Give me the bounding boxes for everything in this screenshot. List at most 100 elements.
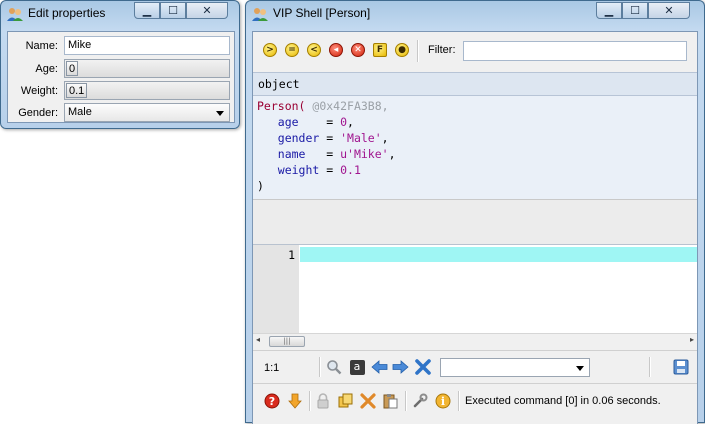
- splitter-area[interactable]: [253, 199, 697, 246]
- close-button[interactable]: ✕: [648, 2, 690, 19]
- repr-class: Person(: [257, 99, 306, 113]
- info-icon[interactable]: i: [434, 392, 452, 410]
- attr-value: 0.1: [340, 163, 361, 177]
- code-editor[interactable]: 1 ◂ ||| ▸: [253, 245, 697, 348]
- maximize-button[interactable]: ☐: [622, 2, 648, 19]
- svg-text:?: ?: [269, 395, 275, 408]
- edit-properties-form: Name: Mike Age: 0 Weight: 0.1 Gender: Ma…: [7, 31, 235, 123]
- attr-value: u'Mike': [340, 147, 389, 161]
- close-icon: ✕: [202, 4, 212, 17]
- toolbar-separator: [309, 391, 311, 411]
- minimize-icon: ▁: [142, 4, 152, 17]
- minimize-button[interactable]: ▁: [134, 2, 160, 19]
- attr-name: gender: [277, 131, 320, 145]
- repr-address: @0x42FA3B8,: [312, 99, 389, 113]
- window-controls: ▁ ☐ ✕: [596, 2, 690, 20]
- help-icon[interactable]: ?: [263, 392, 281, 410]
- filter-input[interactable]: [463, 41, 687, 61]
- function-icon[interactable]: F: [373, 43, 387, 57]
- clear-icon[interactable]: [414, 358, 432, 376]
- cut-icon[interactable]: [359, 392, 377, 410]
- horizontal-scrollbar[interactable]: ◂ ||| ▸: [253, 333, 697, 348]
- weight-label: Weight:: [20, 85, 58, 97]
- attr-eq: =: [298, 115, 341, 129]
- attr-eq: =: [305, 147, 341, 161]
- object-panel: object Person( @0x42FA3B8, age = 0, gend…: [253, 72, 697, 199]
- minimize-button[interactable]: ▁: [596, 2, 622, 19]
- weight-spinner[interactable]: 0.1: [64, 81, 230, 100]
- shell-toolbar: > = < ◂ ✕ F ● Filter:: [253, 32, 697, 70]
- vip-shell-titlebar[interactable]: VIP Shell [Person] ▁ ☐ ✕: [246, 1, 704, 27]
- scroll-right-icon[interactable]: ▸: [690, 335, 694, 344]
- window-title: Edit properties: [28, 6, 106, 20]
- equals-icon[interactable]: =: [285, 43, 299, 57]
- cancel-icon[interactable]: ✕: [351, 43, 365, 57]
- line-number-gutter: 1: [253, 245, 299, 333]
- lock-icon[interactable]: [314, 392, 332, 410]
- save-icon[interactable]: [672, 358, 690, 376]
- attr-eq: =: [319, 163, 341, 177]
- age-spinner[interactable]: 0: [64, 59, 230, 78]
- forward-icon[interactable]: >: [263, 43, 277, 57]
- match-case-icon[interactable]: a: [348, 358, 366, 376]
- people-icon: [252, 6, 268, 22]
- paste-icon[interactable]: [381, 392, 399, 410]
- cursor-position: 1:1: [264, 362, 280, 374]
- attr-trail: ,: [381, 131, 389, 145]
- age-value: 0: [66, 61, 79, 76]
- arrow-right-icon[interactable]: [391, 358, 409, 376]
- repr-line-weight: weight = 0.1: [257, 163, 361, 177]
- vip-shell-window: VIP Shell [Person] ▁ ☐ ✕ > = < ◂ ✕ F ● F…: [245, 0, 705, 424]
- window-title: VIP Shell [Person]: [273, 6, 371, 20]
- maximize-icon: ☐: [630, 4, 640, 17]
- maximize-button[interactable]: ☐: [160, 2, 186, 19]
- search-combo[interactable]: [440, 358, 590, 377]
- copy-icon[interactable]: [337, 392, 355, 410]
- object-header: object: [253, 73, 697, 96]
- status-bar: ? i Executed command [0] in 0.06 seconds…: [253, 383, 697, 418]
- arrow-left-icon[interactable]: [370, 358, 388, 376]
- attr-value: 'Male': [340, 131, 382, 145]
- scroll-left-icon[interactable]: ◂: [256, 335, 260, 344]
- filter-label: Filter:: [428, 44, 456, 56]
- repr-line-open: Person( @0x42FA3B8,: [257, 99, 389, 113]
- name-field[interactable]: Mike: [64, 36, 230, 55]
- line-number: 1: [288, 248, 295, 262]
- toolbar-separator: [319, 357, 321, 377]
- attr-eq: =: [319, 131, 341, 145]
- repr-line-age: age = 0,: [257, 115, 354, 129]
- magnifier-icon[interactable]: [325, 358, 343, 376]
- minimize-icon: ▁: [604, 4, 614, 17]
- name-label: Name:: [25, 40, 58, 52]
- object-header-label: object: [258, 77, 300, 91]
- close-icon: ✕: [664, 4, 674, 17]
- navigation-bar: 1:1 a: [253, 350, 697, 383]
- attr-trail: ,: [388, 147, 396, 161]
- close-button[interactable]: ✕: [186, 2, 228, 19]
- current-line-highlight: [300, 247, 697, 262]
- toolbar-separator: [405, 391, 407, 411]
- svg-text:i: i: [441, 395, 445, 408]
- attr-name: weight: [277, 163, 320, 177]
- repr-line-close: ): [257, 179, 264, 193]
- chevron-down-icon: [576, 366, 584, 371]
- people-icon: [7, 6, 23, 22]
- weight-value: 0.1: [66, 83, 88, 98]
- chevron-down-icon: [216, 111, 224, 116]
- gender-select[interactable]: Male: [64, 103, 230, 122]
- repr-close: ): [257, 179, 264, 193]
- wrench-icon[interactable]: [411, 392, 429, 410]
- status-text: Executed command [0] in 0.06 seconds.: [465, 395, 661, 407]
- edit-properties-titlebar[interactable]: Edit properties ▁ ☐ ✕: [1, 1, 239, 27]
- stop-icon[interactable]: ◂: [329, 43, 343, 57]
- gender-value: Male: [68, 106, 92, 118]
- back-icon[interactable]: <: [307, 43, 321, 57]
- scrollbar-thumb[interactable]: |||: [269, 336, 305, 347]
- maximize-icon: ☐: [168, 4, 178, 17]
- window-controls: ▁ ☐ ✕: [134, 2, 228, 20]
- eye-icon[interactable]: ●: [395, 43, 409, 57]
- arrow-down-icon[interactable]: [286, 392, 304, 410]
- toolbar-separator: [417, 40, 419, 62]
- gender-label: Gender:: [18, 107, 58, 119]
- attr-name: age: [277, 115, 299, 129]
